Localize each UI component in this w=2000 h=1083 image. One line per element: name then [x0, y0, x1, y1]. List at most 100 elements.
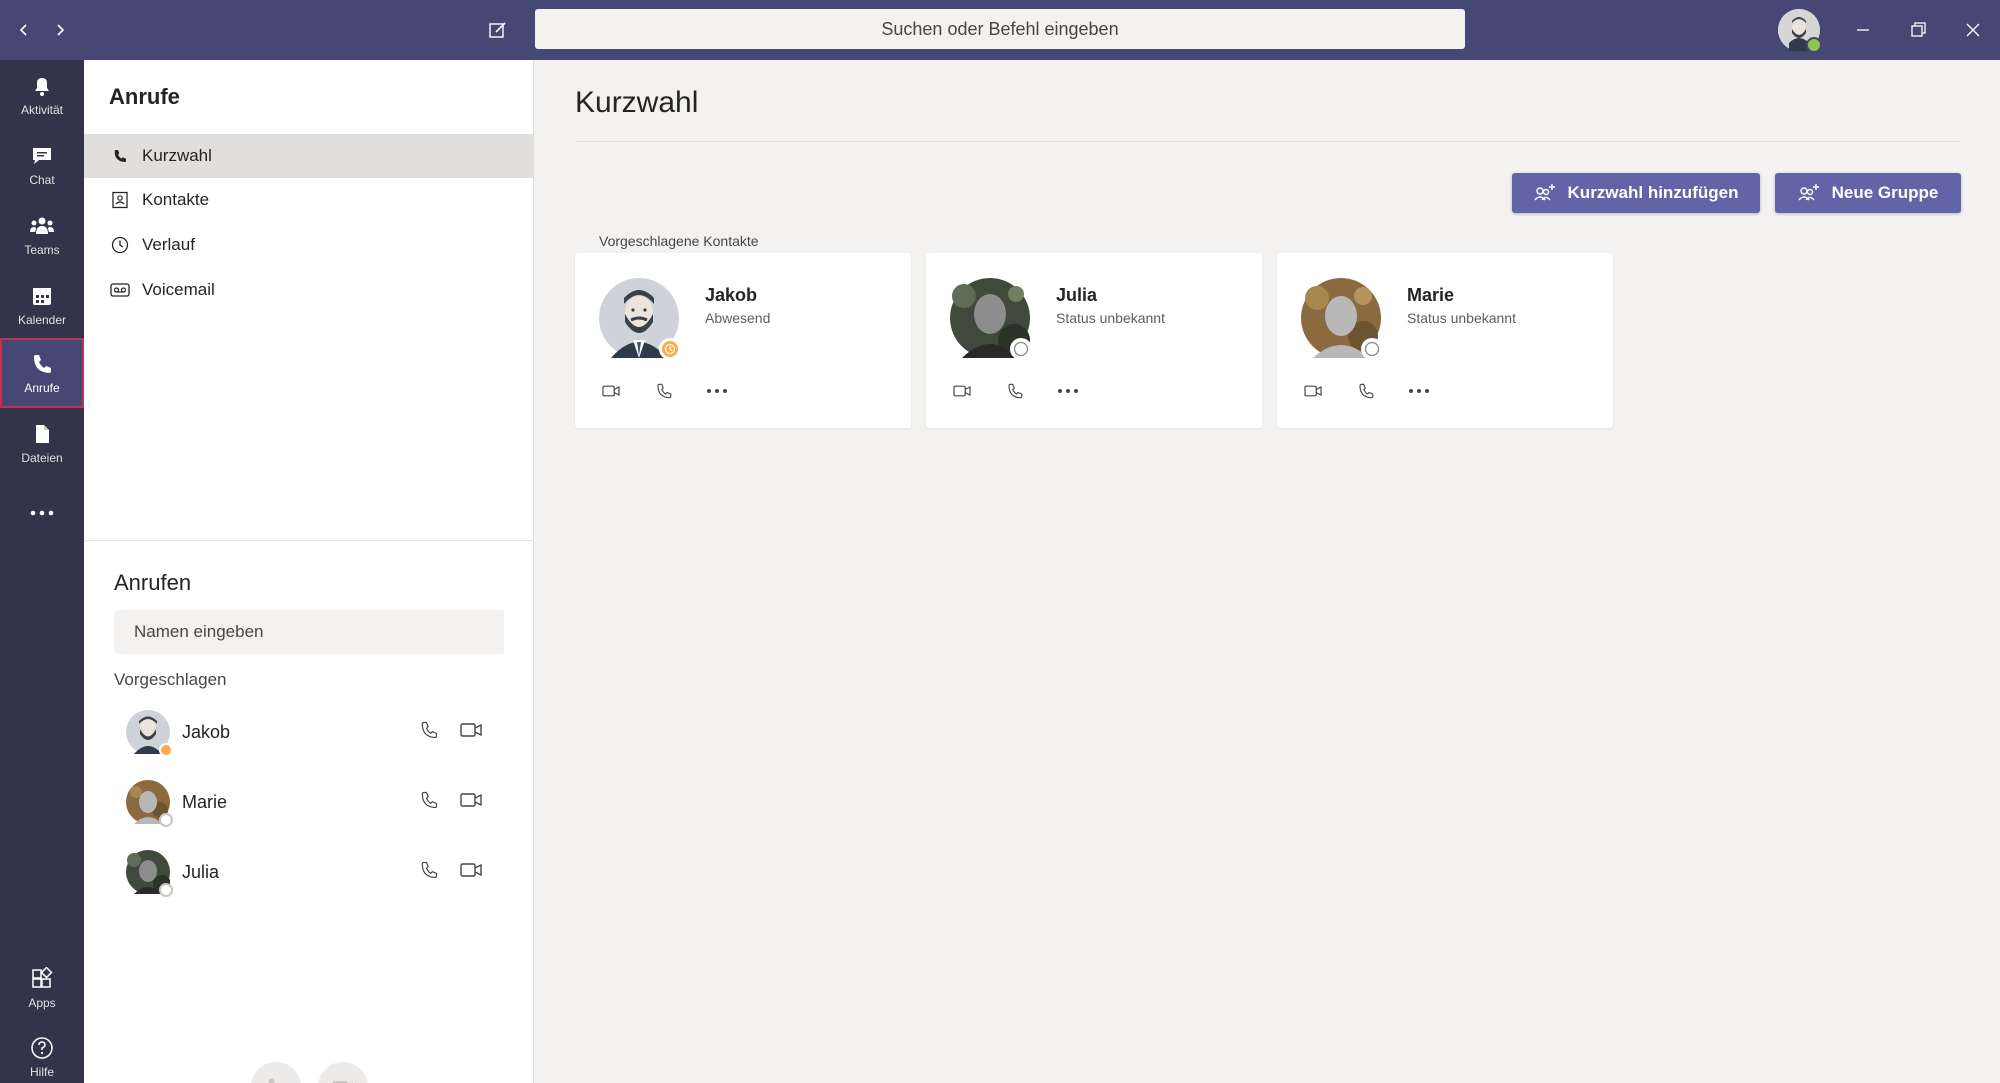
contacts-icon	[110, 190, 130, 210]
phone-icon[interactable]	[419, 790, 443, 814]
suggested-contact-row[interactable]: Jakob	[114, 700, 514, 760]
help-icon	[31, 1036, 53, 1059]
phone-icon[interactable]	[419, 860, 443, 884]
bell-icon	[35, 77, 49, 96]
avatar	[126, 850, 173, 897]
search-input[interactable]: Suchen oder Befehl eingeben	[535, 9, 1465, 49]
suggested-contact-row[interactable]: Julia	[114, 840, 514, 900]
contact-card[interactable]: Jakob Abwesend	[575, 253, 911, 428]
contact-status: Status unbekannt	[1407, 310, 1516, 326]
app-rail: Aktivität Chat Teams Kalender Anrufe Dat…	[0, 60, 84, 1083]
rail-item-teams[interactable]: Teams	[0, 200, 84, 270]
contact-name: Jakob	[182, 722, 231, 742]
profile-avatar[interactable]	[1778, 9, 1822, 53]
add-speed-dial-label: Kurzwahl hinzufügen	[1567, 183, 1739, 202]
avatar	[950, 278, 1032, 360]
video-icon[interactable]	[459, 720, 483, 744]
chat-icon	[33, 147, 51, 164]
suggested-label: Vorgeschlagen	[114, 670, 227, 689]
contact-card[interactable]: Julia Status unbekannt	[926, 253, 1262, 428]
menu-item-label: Voicemail	[142, 280, 215, 299]
away-status-icon	[659, 338, 681, 360]
contact-name: Jakob	[705, 285, 758, 305]
avatar	[126, 710, 173, 757]
contact-name: Marie	[182, 792, 228, 812]
menu-item-voicemail[interactable]: Voicemail	[84, 268, 534, 312]
rail-label: Teams	[24, 242, 60, 257]
more-options-icon[interactable]	[703, 378, 731, 404]
compose-icon[interactable]	[482, 14, 514, 46]
more-options-icon[interactable]	[1054, 378, 1082, 404]
available-status-icon	[1806, 37, 1822, 53]
away-status-icon	[159, 743, 173, 757]
new-group-label: Neue Gruppe	[1831, 183, 1939, 202]
contact-name: Julia	[1056, 285, 1098, 305]
calendar-icon	[33, 287, 51, 305]
title-bar: Suchen oder Befehl eingeben	[0, 0, 2000, 60]
rail-item-files[interactable]: Dateien	[0, 408, 84, 478]
new-group-button[interactable]: Neue Gruppe	[1775, 173, 1961, 213]
rail-item-apps[interactable]: Apps	[0, 953, 84, 1023]
video-icon[interactable]	[1299, 378, 1327, 404]
contact-name: Julia	[182, 862, 220, 882]
add-group-icon	[1798, 184, 1819, 201]
phone-icon[interactable]	[419, 720, 443, 744]
calls-panel: Anrufe Kurzwahl Kontakte Verlauf Voicema…	[84, 60, 534, 1083]
rail-label: Kalender	[17, 312, 67, 327]
phone-icon	[34, 354, 51, 373]
rail-item-help[interactable]: Hilfe	[0, 1022, 84, 1083]
contact-card[interactable]: Marie Status unbekannt	[1277, 253, 1613, 428]
rail-label: Apps	[28, 995, 56, 1010]
video-icon[interactable]	[948, 378, 976, 404]
clock-icon	[110, 235, 130, 255]
menu-item-contacts[interactable]: Kontakte	[84, 178, 534, 222]
rail-item-calls[interactable]: Anrufe	[0, 338, 84, 408]
rail-label: Anrufe	[24, 380, 60, 395]
voicemail-icon	[110, 280, 130, 300]
video-icon[interactable]	[459, 860, 483, 884]
teams-icon	[30, 217, 54, 234]
contact-status: Abwesend	[705, 310, 771, 326]
back-arrow-icon[interactable]	[10, 16, 38, 44]
suggested-contact-row[interactable]: Marie	[114, 770, 514, 830]
avatar	[1301, 278, 1383, 360]
avatar	[599, 278, 681, 360]
files-icon	[36, 424, 49, 443]
rail-item-chat[interactable]: Chat	[0, 130, 84, 200]
phone-icon[interactable]	[650, 378, 678, 404]
more-options-icon[interactable]	[1405, 378, 1433, 404]
avatar	[126, 780, 173, 827]
forward-arrow-icon[interactable]	[46, 16, 74, 44]
video-call-button[interactable]	[318, 1062, 368, 1083]
video-icon[interactable]	[597, 378, 625, 404]
call-button[interactable]	[251, 1062, 301, 1083]
rail-item-calendar[interactable]: Kalender	[0, 270, 84, 340]
panel-title: Anrufe	[109, 84, 180, 109]
phone-icon[interactable]	[1352, 378, 1380, 404]
menu-item-speed-dial[interactable]: Kurzwahl	[84, 134, 534, 178]
title-divider	[575, 141, 1961, 142]
menu-item-label: Kurzwahl	[142, 146, 212, 165]
close-icon[interactable]	[1953, 10, 1993, 50]
contact-name: Marie	[1407, 285, 1455, 305]
video-icon[interactable]	[459, 790, 483, 814]
unknown-status-icon	[1010, 338, 1032, 360]
add-speed-dial-button[interactable]: Kurzwahl hinzufügen	[1512, 173, 1760, 213]
call-section-title: Anrufen	[114, 570, 192, 595]
menu-item-label: Kontakte	[142, 190, 210, 209]
unknown-status-icon	[1361, 338, 1383, 360]
rail-item-activity[interactable]: Aktivität	[0, 60, 84, 130]
page-title: Kurzwahl	[575, 86, 699, 119]
more-apps-icon[interactable]	[0, 478, 84, 548]
restore-icon[interactable]	[1898, 10, 1938, 50]
phone-icon[interactable]	[1001, 378, 1029, 404]
menu-item-history[interactable]: Verlauf	[84, 223, 534, 267]
name-input[interactable]: Namen eingeben	[114, 610, 504, 654]
rail-label: Aktivität	[20, 102, 63, 117]
contact-status: Status unbekannt	[1056, 310, 1165, 326]
minimize-icon[interactable]	[1843, 10, 1883, 50]
apps-icon	[32, 966, 53, 988]
suggested-contacts-label: Vorgeschlagene Kontakte	[599, 233, 759, 249]
menu-item-label: Verlauf	[142, 235, 195, 254]
rail-label: Hilfe	[29, 1064, 54, 1079]
